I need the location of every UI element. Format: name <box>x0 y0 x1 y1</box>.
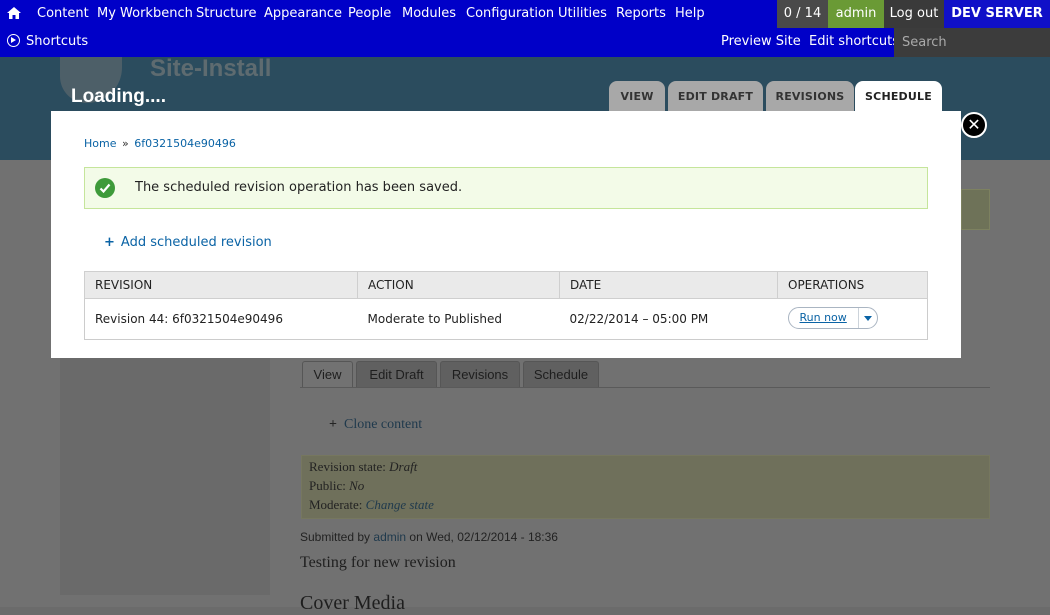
menu-my-workbench[interactable]: My Workbench <box>97 6 193 21</box>
tab-revisions[interactable]: REVISIONS <box>766 81 854 112</box>
scheduled-revisions-table: REVISION ACTION DATE OPERATIONS Revision… <box>84 271 928 340</box>
shortcuts-bar: Shortcuts Preview Site Edit shortcuts <box>0 28 1050 57</box>
secondary-tab-schedule[interactable]: Schedule <box>523 361 599 387</box>
column-header-operations: OPERATIONS <box>777 271 928 299</box>
submitted-info: Submitted by admin on Wed, 02/12/2014 - … <box>300 530 558 544</box>
home-icon[interactable] <box>6 5 22 21</box>
node-body: Testing for new revision <box>300 554 456 571</box>
table-row: Revision 44: 6f0321504e90496 Moderate to… <box>84 298 928 340</box>
secondary-tab-view[interactable]: View <box>302 361 353 387</box>
menu-configuration[interactable]: Configuration <box>466 6 554 21</box>
plus-icon: + <box>104 235 115 250</box>
cell-date: 02/22/2014 – 05:00 PM <box>559 298 778 340</box>
cell-action: Moderate to Published <box>357 298 560 340</box>
user-badge[interactable]: admin <box>828 0 884 28</box>
revision-state-label: Revision state: <box>309 459 386 474</box>
close-icon[interactable]: ✕ <box>961 112 987 138</box>
add-scheduled-revision-label: Add scheduled revision <box>120 235 272 250</box>
moderate-label: Moderate: <box>309 497 363 512</box>
loading-indicator: Loading.... <box>71 86 166 107</box>
submitted-prefix: Submitted by <box>300 530 371 544</box>
add-scheduled-revision-link[interactable]: + Add scheduled revision <box>104 235 272 250</box>
clone-content-link[interactable]: + Clone content <box>329 417 422 433</box>
table-header-row: REVISION ACTION DATE OPERATIONS <box>84 271 928 299</box>
secondary-tab-edit-draft[interactable]: Edit Draft <box>356 361 437 387</box>
workbench-counter[interactable]: 0 / 14 <box>777 0 828 28</box>
environment-indicator: DEV SERVER <box>944 0 1050 28</box>
moderation-state-box: Revision state: Draft Public: No Moderat… <box>301 455 990 519</box>
breadcrumb: Home » 6f0321504e90496 <box>84 137 236 150</box>
author-link[interactable]: admin <box>373 530 406 544</box>
site-name: Site-Install <box>150 55 272 82</box>
edit-shortcuts-link[interactable]: Edit shortcuts <box>809 34 899 49</box>
cell-revision: Revision 44: 6f0321504e90496 <box>84 298 358 340</box>
search-input[interactable] <box>894 28 1050 57</box>
public-line: Public: No <box>309 478 364 494</box>
shortcuts-label[interactable]: Shortcuts <box>26 34 88 49</box>
toolbar-menu-bar: Content My Workbench Structure Appearanc… <box>0 0 1050 28</box>
secondary-tabs: View Edit Draft Revisions Schedule <box>300 359 990 388</box>
tab-edit-draft[interactable]: EDIT DRAFT <box>668 81 763 112</box>
run-now-link[interactable]: Run now <box>800 311 847 324</box>
column-header-revision: REVISION <box>84 271 358 299</box>
breadcrumb-home[interactable]: Home <box>84 137 116 150</box>
message-box-edge <box>961 189 990 230</box>
menu-utilities[interactable]: Utilities <box>558 6 607 21</box>
plus-icon: + <box>329 417 337 432</box>
submitted-date: on Wed, 02/12/2014 - 18:36 <box>409 530 558 544</box>
menu-content[interactable]: Content <box>37 6 89 21</box>
breadcrumb-current[interactable]: 6f0321504e90496 <box>134 137 236 150</box>
tab-view[interactable]: VIEW <box>609 81 665 112</box>
menu-help[interactable]: Help <box>675 6 705 21</box>
menu-structure[interactable]: Structure <box>196 6 256 21</box>
column-header-date: DATE <box>559 271 778 299</box>
status-message: The scheduled revision operation has bee… <box>84 167 928 209</box>
preview-site-link[interactable]: Preview Site <box>721 34 801 49</box>
schedule-modal: Home » 6f0321504e90496 The scheduled rev… <box>51 111 961 358</box>
admin-toolbar: Content My Workbench Structure Appearanc… <box>0 0 1050 57</box>
tab-schedule[interactable]: SCHEDULE <box>855 81 942 112</box>
menu-appearance[interactable]: Appearance <box>264 6 342 21</box>
dropdown-arrow-icon[interactable] <box>857 307 878 328</box>
public-label: Public: <box>309 478 346 493</box>
sidebar <box>60 355 270 595</box>
moderate-line: Moderate: Change state <box>309 497 434 513</box>
checkmark-icon <box>95 178 115 198</box>
menu-modules[interactable]: Modules <box>402 6 456 21</box>
secondary-tab-revisions[interactable]: Revisions <box>440 361 520 387</box>
column-header-action: ACTION <box>357 271 560 299</box>
breadcrumb-separator: » <box>121 137 129 150</box>
menu-people[interactable]: People <box>348 6 391 21</box>
logout-link[interactable]: Log out <box>884 0 944 28</box>
shortcuts-toggle-icon[interactable] <box>7 34 20 47</box>
change-state-link[interactable]: Change state <box>366 497 434 512</box>
public-value: No <box>349 478 365 493</box>
revision-state-line: Revision state: Draft <box>309 459 417 475</box>
operations-dropbutton: Run now <box>787 306 878 329</box>
status-message-text: The scheduled revision operation has bee… <box>135 180 463 195</box>
cell-operations: Run now <box>777 298 928 340</box>
revision-state-value: Draft <box>389 459 418 474</box>
cover-media-heading: Cover Media <box>300 592 405 614</box>
menu-reports[interactable]: Reports <box>616 6 666 21</box>
clone-content-label: Clone content <box>343 417 423 432</box>
